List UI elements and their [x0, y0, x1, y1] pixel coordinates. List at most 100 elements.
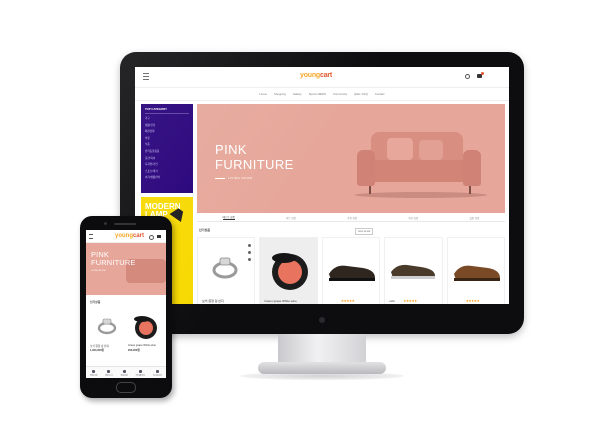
shoe-image: [453, 265, 500, 281]
shoe-image: [391, 264, 436, 279]
tab-sale[interactable]: 할인 상품: [469, 216, 479, 220]
nav-item[interactable]: Contact: [375, 92, 385, 96]
logo-text-young: young: [115, 233, 133, 239]
mobile-hero-banner[interactable]: PINK FURNITURE LIVING ROOM: [86, 243, 166, 295]
logo-text-cart: cart: [133, 233, 145, 239]
product-actions: [248, 244, 252, 261]
sidebar-title: TOP CATEGORY: [145, 107, 167, 111]
share-icon[interactable]: [248, 258, 252, 261]
nav-item[interactable]: Community: [333, 92, 347, 96]
sidebar-item[interactable]: 디지털/가전: [145, 163, 160, 166]
main-nav: Home Shopping Gallery Sports NEWS Commun…: [135, 88, 509, 101]
product-card[interactable]: ★★★★★: [321, 237, 381, 304]
sofa-cushion: [387, 138, 413, 160]
sofa-arm: [463, 150, 481, 186]
bottom-nav-label: 장바구니: [105, 374, 113, 377]
sofa-shadow: [355, 192, 487, 198]
rating-stars: ★★★★★: [465, 299, 480, 303]
bottom-nav-cart[interactable]: 장바구니: [105, 369, 113, 377]
sidebar-item[interactable]: 반려동물용품: [145, 150, 160, 153]
cart-add-icon[interactable]: [248, 251, 252, 254]
mobile-header: youngcart: [86, 230, 166, 243]
nav-item[interactable]: Shopping: [274, 92, 286, 96]
tab-new[interactable]: 최신 상품: [408, 216, 418, 220]
compact-image: [272, 253, 309, 290]
heart-icon: [155, 369, 159, 373]
sidebar-item[interactable]: 가구: [145, 117, 160, 120]
bottom-nav-label: 위시리스트: [152, 374, 163, 377]
rating-stars: ★★★★★: [340, 299, 355, 303]
sidebar-item[interactable]: 출산/육아: [145, 157, 160, 160]
sidebar-item[interactable]: 의류: [145, 137, 160, 140]
tab-hit[interactable]: 히트 상품: [286, 216, 296, 220]
shoe-image: [328, 265, 375, 281]
sidebar-item[interactable]: 식품: [145, 143, 160, 146]
search-icon[interactable]: [149, 235, 154, 240]
wishlist-icon[interactable]: [248, 244, 252, 247]
order-icon: [122, 369, 126, 373]
product-card[interactable]: [128, 308, 162, 342]
tab-best[interactable]: 베스트 상품: [222, 215, 235, 220]
sidebar-item[interactable]: 스포츠/레저: [145, 170, 160, 173]
sofa-arm: [357, 150, 375, 186]
product-card[interactable]: Green grape White wine: [259, 237, 318, 304]
view-more-button[interactable]: VIEW MORE: [355, 228, 373, 235]
banner-title: PINK FURNITURE: [91, 250, 136, 268]
search-icon[interactable]: [465, 74, 470, 79]
bottom-nav-category[interactable]: 카테고리: [90, 369, 97, 377]
logo-text-young: young: [300, 72, 320, 79]
nav-item[interactable]: Q&A / FAQ: [354, 92, 368, 96]
bottom-nav-wishlist[interactable]: 위시리스트: [152, 369, 163, 377]
site-logo[interactable]: youngcart: [115, 233, 144, 239]
menu-icon[interactable]: [89, 234, 93, 239]
phone-speaker: [114, 223, 136, 225]
cart-icon: [107, 369, 111, 373]
category-sidebar: TOP CATEGORY 가구 생활/건강 패션잡화 의류 식품 반려동물용품 …: [141, 104, 193, 193]
site-logo[interactable]: youngcart: [300, 72, 332, 79]
sofa-seat: [367, 160, 471, 182]
product-card[interactable]: ★★★★★ oxfo: [384, 237, 443, 304]
sidebar-item[interactable]: 여가/생활편의: [145, 176, 160, 179]
sidebar-item[interactable]: 생활/건강: [145, 124, 160, 127]
product-card[interactable]: ★★★★★: [446, 237, 506, 304]
sofa-cushion: [419, 140, 443, 160]
sidebar-list: 가구 생활/건강 패션잡화 의류 식품 반려동물용품 출산/육아 디지털/가전 …: [145, 117, 160, 179]
section-title: 인기상품: [90, 300, 101, 304]
hero-banner[interactable]: PINK FURNITURE LIVING ROOM: [197, 104, 505, 213]
ring-image: [97, 318, 117, 335]
product-card[interactable]: 보석 원형 링 반지: [197, 237, 256, 304]
ring-image: [212, 257, 238, 279]
product-name[interactable]: Green grape White wine: [128, 344, 156, 347]
logo-text-cart: cart: [320, 72, 333, 79]
phone-home-button[interactable]: [116, 382, 136, 393]
sofa-leg: [469, 186, 471, 194]
banner-title: PINK FURNITURE: [215, 142, 294, 172]
product-grid: 보석 원형 링 반지 Green grape White wine ★★★★★: [197, 237, 506, 304]
desktop-screen: youngcart Home Shopping Gallery Sports N…: [135, 67, 509, 304]
section-title: 인기상품: [199, 228, 211, 232]
product-card[interactable]: [90, 308, 124, 342]
tab-recommend[interactable]: 추천 상품: [347, 216, 357, 220]
product-name[interactable]: oxfo: [389, 299, 395, 303]
banner-subtitle: LIVING ROOM: [228, 176, 253, 180]
sidebar-item[interactable]: 패션잡화: [145, 130, 160, 133]
mobile-bottom-nav: 카테고리 장바구니 주문조회 마이페이지 위시리스트: [86, 366, 166, 378]
bottom-nav-orders[interactable]: 주문조회: [120, 369, 128, 377]
bottom-nav-label: 마이페이지: [135, 374, 145, 377]
product-price: 1,000,000원: [90, 349, 104, 352]
menu-icon[interactable]: [143, 73, 149, 80]
product-name[interactable]: 보석 원형 링 반지: [202, 299, 224, 303]
mobile-screen: youngcart PINK FURNITURE LIVING ROOM 인기상…: [86, 230, 166, 378]
banner-sub-divider: [215, 178, 225, 179]
bottom-nav-mypage[interactable]: 마이페이지: [135, 369, 145, 377]
nav-item[interactable]: Home: [260, 92, 267, 96]
nav-item[interactable]: Sports NEWS: [309, 92, 326, 96]
cart-icon[interactable]: [157, 235, 161, 238]
monitor-camera: [319, 317, 325, 323]
nav-item[interactable]: Gallery: [293, 92, 302, 96]
phone-camera: [104, 222, 107, 225]
banner-subtitle: LIVING ROOM: [91, 270, 106, 272]
product-price: 200,000원: [128, 349, 140, 352]
sidebar-divider: [145, 113, 189, 114]
product-name[interactable]: Green grape White wine: [264, 299, 296, 303]
